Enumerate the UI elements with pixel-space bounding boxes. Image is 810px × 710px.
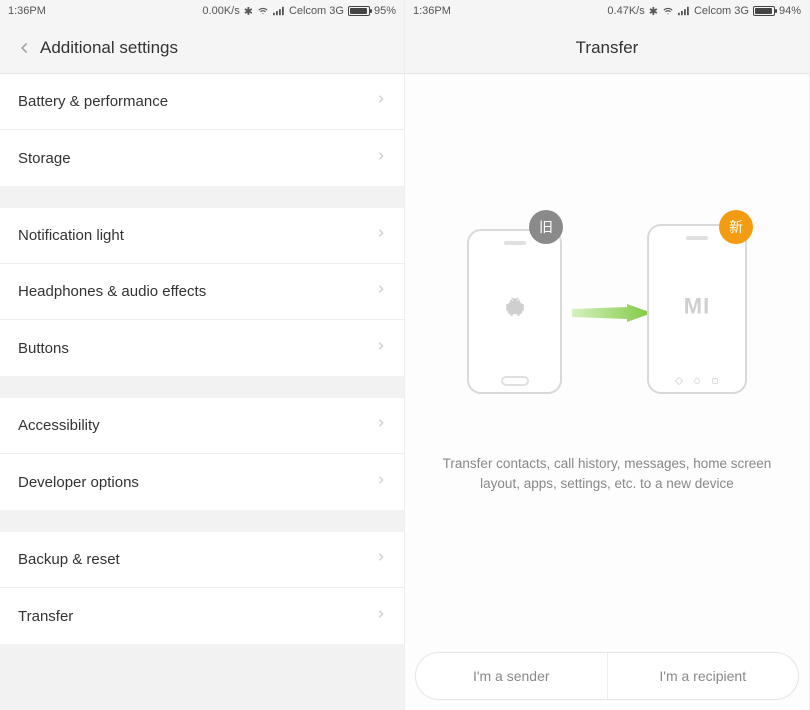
row-transfer[interactable]: Transfer [0,588,404,644]
settings-screen: 1:36PM 0.00K/s ✱ Celcom 3G 95% Additiona… [0,0,405,710]
row-developer-options[interactable]: Developer options [0,454,404,510]
new-phone-icon: MI [647,224,747,394]
row-label: Transfer [18,608,73,625]
row-label: Developer options [18,474,139,491]
row-notification-light[interactable]: Notification light [0,208,404,264]
status-time: 1:36PM [413,5,451,17]
transfer-illustration: 旧 MI 新 [457,224,757,404]
status-speed: 0.47K/s [607,5,644,17]
battery-icon [753,6,775,16]
row-label: Backup & reset [18,551,120,568]
row-battery-performance[interactable]: Battery & performance [0,74,404,130]
mi-logo-icon: MI [684,293,710,319]
row-backup-reset[interactable]: Backup & reset [0,532,404,588]
battery-icon [348,6,370,16]
transfer-body: 旧 MI 新 Transfer contacts, call history, … [405,74,809,710]
status-battery-pct: 95% [374,5,396,17]
row-accessibility[interactable]: Accessibility [0,398,404,454]
signal-icon [273,6,285,16]
settings-group: Backup & reset Transfer [0,532,404,644]
old-badge: 旧 [529,210,563,244]
chevron-right-icon [376,149,386,168]
status-carrier: Celcom 3G [289,5,344,17]
row-headphones-audio[interactable]: Headphones & audio effects [0,264,404,320]
row-label: Storage [18,150,71,167]
status-carrier: Celcom 3G [694,5,749,17]
header: Transfer [405,22,809,74]
bluetooth-icon: ✱ [244,5,253,18]
row-storage[interactable]: Storage [0,130,404,186]
row-label: Battery & performance [18,93,168,110]
settings-group: Accessibility Developer options [0,398,404,510]
row-label: Accessibility [18,417,100,434]
chevron-right-icon [376,339,386,358]
android-icon [505,295,525,323]
transfer-arrow-icon [572,304,652,322]
transfer-screen: 1:36PM 0.47K/s ✱ Celcom 3G 94% Transfer … [405,0,810,710]
settings-group: Battery & performance Storage [0,74,404,186]
chevron-right-icon [376,282,386,301]
new-badge: 新 [719,210,753,244]
status-time: 1:36PM [8,5,46,17]
signal-icon [678,6,690,16]
row-label: Notification light [18,227,124,244]
status-battery-pct: 94% [779,5,801,17]
status-bar: 1:36PM 0.00K/s ✱ Celcom 3G 95% [0,0,404,22]
settings-list[interactable]: Battery & performance Storage Notificati… [0,74,404,710]
transfer-description: Transfer contacts, call history, message… [425,454,789,495]
old-phone-icon [467,229,562,394]
chevron-right-icon [376,550,386,569]
recipient-button[interactable]: I'm a recipient [608,653,799,699]
page-title: Additional settings [40,38,178,58]
chevron-right-icon [376,92,386,111]
row-label: Headphones & audio effects [18,283,206,300]
role-buttons: I'm a sender I'm a recipient [415,652,799,700]
header: Additional settings [0,22,404,74]
chevron-right-icon [376,473,386,492]
wifi-icon [257,6,269,16]
back-icon[interactable] [10,33,40,63]
status-speed: 0.00K/s [202,5,239,17]
bluetooth-icon: ✱ [649,5,658,18]
chevron-right-icon [376,607,386,626]
status-bar: 1:36PM 0.47K/s ✱ Celcom 3G 94% [405,0,809,22]
settings-group: Notification light Headphones & audio ef… [0,208,404,376]
page-title: Transfer [576,38,639,58]
chevron-right-icon [376,416,386,435]
row-buttons[interactable]: Buttons [0,320,404,376]
chevron-right-icon [376,226,386,245]
sender-button[interactable]: I'm a sender [416,653,608,699]
row-label: Buttons [18,340,69,357]
wifi-icon [662,6,674,16]
